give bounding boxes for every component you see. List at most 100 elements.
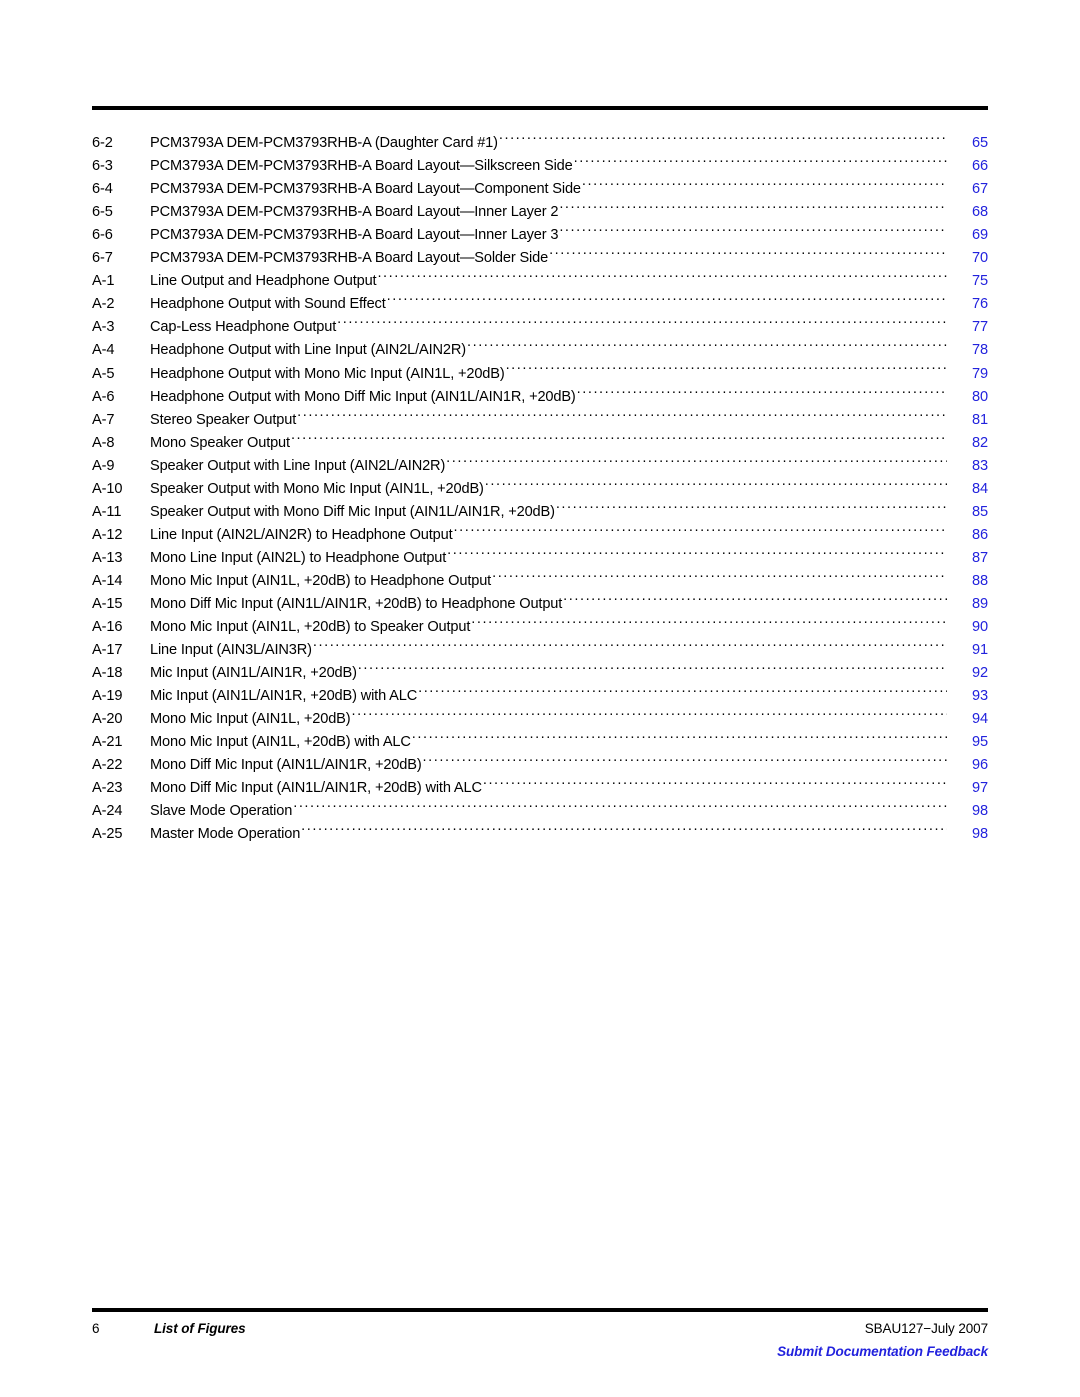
dot-leader bbox=[559, 216, 947, 239]
figure-page-number: 98 bbox=[971, 826, 988, 843]
figure-page-number: 79 bbox=[971, 365, 988, 382]
figure-page-number: 78 bbox=[971, 342, 988, 359]
figure-number: 6-3 bbox=[92, 158, 113, 175]
figure-number: A-10 bbox=[92, 480, 123, 497]
figure-page-number: 68 bbox=[971, 204, 988, 221]
figure-title: PCM3793A DEM-PCM3793RHB-A Board Layout—I… bbox=[150, 204, 559, 221]
figure-page-number: 93 bbox=[971, 688, 988, 705]
document-page: 6-2 PCM3793A DEM-PCM3793RHB-A (Daughter C… bbox=[0, 0, 1080, 1397]
figure-number: A-22 bbox=[92, 757, 123, 774]
dot-leader bbox=[387, 285, 947, 308]
figure-page-number: 77 bbox=[971, 319, 988, 336]
figure-number: A-21 bbox=[92, 734, 123, 751]
dot-leader bbox=[574, 147, 947, 170]
figure-number: A-9 bbox=[92, 457, 115, 474]
dot-leader bbox=[447, 539, 947, 562]
figure-page-number: 95 bbox=[971, 734, 988, 751]
figure-number: A-23 bbox=[92, 780, 123, 797]
figure-number: A-8 bbox=[92, 434, 115, 451]
figure-page-number: 90 bbox=[971, 619, 988, 636]
figure-title: Mono Mic Input (AIN1L, +20dB) bbox=[150, 711, 351, 728]
dot-leader bbox=[549, 239, 947, 262]
figure-number: A-15 bbox=[92, 595, 123, 612]
footer-section-title: List of Figures bbox=[154, 1321, 246, 1336]
figure-number: 6-4 bbox=[92, 181, 113, 198]
dot-leader bbox=[301, 815, 947, 838]
dot-leader bbox=[423, 746, 947, 769]
figure-title: Speaker Output with Line Input (AIN2L/AI… bbox=[150, 457, 446, 474]
figure-number: A-20 bbox=[92, 711, 123, 728]
dot-leader bbox=[483, 769, 947, 792]
figure-page-number: 97 bbox=[971, 780, 988, 797]
figure-number: A-25 bbox=[92, 826, 123, 843]
figure-number: A-6 bbox=[92, 388, 115, 405]
dot-leader bbox=[499, 124, 947, 147]
figure-page-number: 83 bbox=[971, 457, 988, 474]
figure-number: A-4 bbox=[92, 342, 115, 359]
figure-page-number: 80 bbox=[971, 388, 988, 405]
list-of-figures: 6-2 PCM3793A DEM-PCM3793RHB-A (Daughter C… bbox=[92, 124, 988, 842]
submit-documentation-feedback-link[interactable]: Submit Documentation Feedback bbox=[777, 1341, 988, 1363]
figure-title: PCM3793A DEM-PCM3793RHB-A Board Layout—C… bbox=[150, 181, 581, 198]
figure-title: Mono Diff Mic Input (AIN1L/AIN1R, +20dB) bbox=[150, 757, 422, 774]
figure-page-number: 94 bbox=[971, 711, 988, 728]
figure-page-number: 82 bbox=[971, 434, 988, 451]
figure-page-number: 76 bbox=[971, 296, 988, 313]
figure-number: A-11 bbox=[92, 503, 122, 520]
figure-title: Line Input (AIN3L/AIN3R) bbox=[150, 642, 312, 659]
header-rule bbox=[92, 106, 988, 110]
dot-leader bbox=[485, 470, 947, 493]
figure-title: Slave Mode Operation bbox=[150, 803, 293, 820]
figure-number: A-17 bbox=[92, 642, 123, 659]
dot-leader bbox=[313, 631, 947, 654]
dot-leader bbox=[577, 378, 947, 401]
dot-leader bbox=[291, 424, 947, 447]
dot-leader bbox=[556, 493, 947, 516]
page-footer: 6 List of Figures SBAU127−July 2007 Subm… bbox=[92, 1318, 988, 1378]
footer-rule bbox=[92, 1308, 988, 1312]
figure-page-number: 70 bbox=[971, 250, 988, 267]
figure-title: Headphone Output with Line Input (AIN2L/… bbox=[150, 342, 466, 359]
figure-title: Mic Input (AIN1L/AIN1R, +20dB) bbox=[150, 665, 357, 682]
figure-title: PCM3793A DEM-PCM3793RHB-A Board Layout—S… bbox=[150, 158, 573, 175]
figure-title: Mono Speaker Output bbox=[150, 434, 290, 451]
dot-leader bbox=[377, 262, 947, 285]
figure-number: 6-7 bbox=[92, 250, 113, 267]
figure-title: Line Output and Headphone Output bbox=[150, 273, 377, 290]
figure-title: Master Mode Operation bbox=[150, 826, 301, 843]
figure-number: A-24 bbox=[92, 803, 123, 820]
figure-number: A-1 bbox=[92, 273, 115, 290]
figure-title: Mono Line Input (AIN2L) to Headphone Out… bbox=[150, 549, 447, 566]
figure-title: Line Input (AIN2L/AIN2R) to Headphone Ou… bbox=[150, 526, 453, 543]
dot-leader bbox=[297, 401, 947, 424]
dot-leader bbox=[412, 723, 947, 746]
figure-number: A-5 bbox=[92, 365, 115, 382]
figure-title: Speaker Output with Mono Mic Input (AIN1… bbox=[150, 480, 484, 497]
figure-page-number: 96 bbox=[971, 757, 988, 774]
figure-page-number: 81 bbox=[971, 411, 988, 428]
figure-number: A-3 bbox=[92, 319, 115, 336]
footer-document-id: SBAU127−July 2007 bbox=[864, 1321, 988, 1336]
figure-page-number: 89 bbox=[971, 595, 988, 612]
figure-number: A-12 bbox=[92, 526, 123, 543]
dot-leader bbox=[446, 447, 947, 470]
figure-page-number: 84 bbox=[971, 480, 988, 497]
figure-page-number: 65 bbox=[971, 135, 988, 152]
figure-title: PCM3793A DEM-PCM3793RHB-A (Daughter Card… bbox=[150, 135, 498, 152]
figure-title: Cap-Less Headphone Output bbox=[150, 319, 337, 336]
dot-leader bbox=[358, 654, 947, 677]
figure-page-number: 75 bbox=[971, 273, 988, 290]
figure-page-number: 66 bbox=[971, 158, 988, 175]
dot-leader bbox=[582, 170, 947, 193]
figure-number: 6-5 bbox=[92, 204, 113, 221]
dot-leader bbox=[559, 193, 947, 216]
figure-page-number: 85 bbox=[971, 503, 988, 520]
figure-list-row[interactable]: 6-2 PCM3793A DEM-PCM3793RHB-A (Daughter C… bbox=[92, 124, 988, 151]
figure-number: A-13 bbox=[92, 549, 123, 566]
footer-page-number: 6 bbox=[92, 1321, 100, 1336]
figure-title: Mono Mic Input (AIN1L, +20dB) with ALC bbox=[150, 734, 411, 751]
figure-number: A-16 bbox=[92, 619, 123, 636]
figure-page-number: 92 bbox=[971, 665, 988, 682]
figure-title: Stereo Speaker Output bbox=[150, 411, 297, 428]
figure-number: 6-2 bbox=[92, 135, 113, 152]
